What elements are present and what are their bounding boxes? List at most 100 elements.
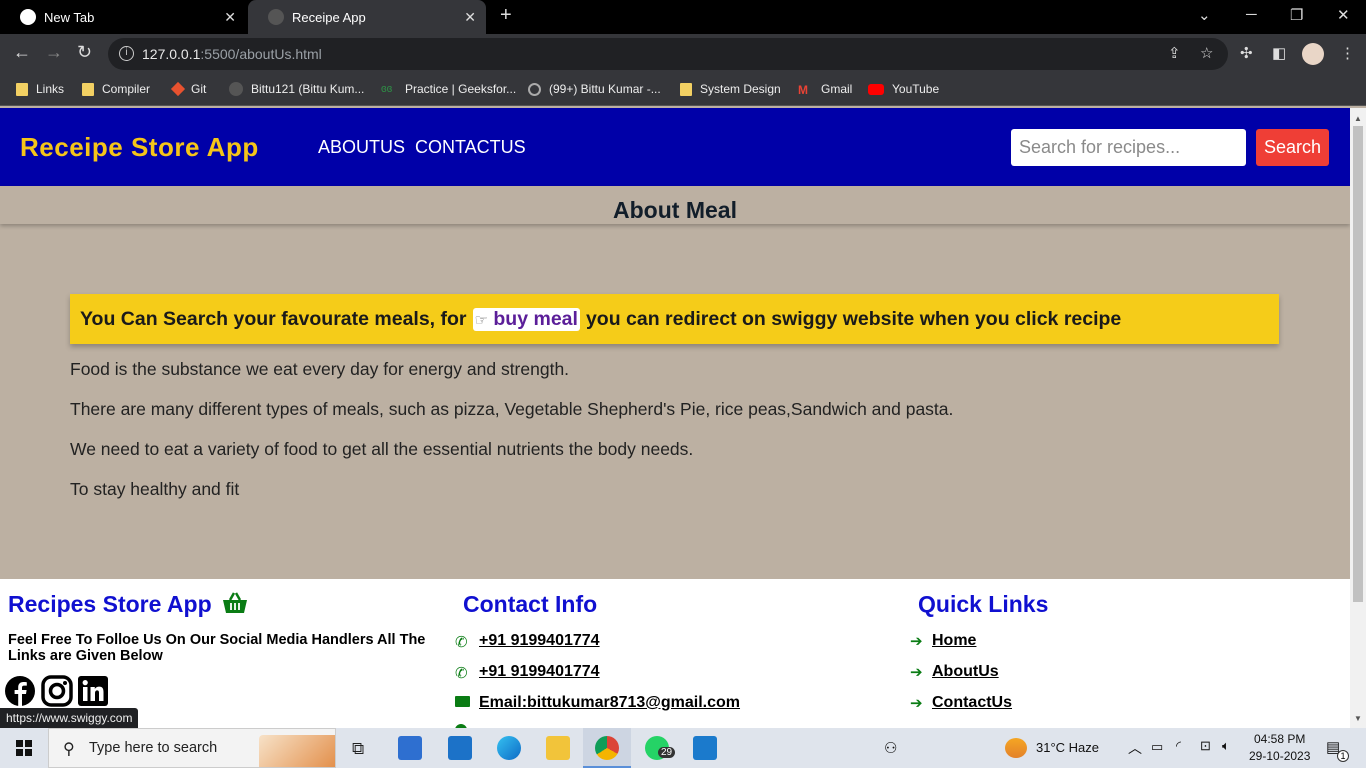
task-view-icon[interactable]: ⧉	[352, 739, 364, 759]
bookmark-gmail[interactable]: M Gmail	[798, 82, 852, 97]
menu-icon[interactable]: ⋮	[1340, 44, 1355, 62]
window-close-icon[interactable]: ✕	[1337, 6, 1350, 24]
bookmark-compiler[interactable]: Compiler	[82, 82, 150, 96]
wifi-icon[interactable]: ◜	[1176, 738, 1181, 754]
battery-icon[interactable]: ▭	[1151, 739, 1163, 755]
bookmark-github[interactable]: Bittu121 (Bittu Kum...	[229, 82, 364, 96]
basket-icon	[223, 592, 248, 613]
buy-meal-link[interactable]: ☞ buy meal	[472, 307, 580, 331]
facebook-icon[interactable]	[4, 675, 36, 707]
taskbar-search-input[interactable]: ⚲ Type here to search	[48, 728, 336, 768]
people-icon[interactable]: ⚇	[884, 739, 897, 757]
side-panel-icon[interactable]: ◧	[1272, 44, 1286, 62]
bookmark-geeksforgeeks[interactable]: ɞɞ Practice | Geeksfor...	[381, 82, 516, 96]
contact-info-title: Contact Info	[463, 591, 598, 617]
github-icon	[229, 82, 243, 96]
new-tab-icon[interactable]: +	[500, 4, 512, 27]
url-host: 127.0.0.1	[142, 46, 201, 62]
bookmarks-bar: Links Compiler Git Bittu121 (Bittu Kum..…	[0, 74, 1366, 106]
search-icon: ⚲	[63, 741, 75, 758]
info-banner: You Can Search your favourate meals, for…	[70, 294, 1279, 344]
bookmark-links[interactable]: Links	[16, 82, 64, 96]
about-paragraph: There are many different types of meals,…	[70, 399, 954, 419]
contact-phone-link[interactable]: +91 9199401774	[479, 632, 600, 650]
whatsapp-badge: 29	[658, 747, 676, 758]
contact-phone-link[interactable]: +91 9199401774	[479, 663, 600, 681]
folder-icon	[82, 82, 94, 96]
youtube-icon	[868, 83, 884, 95]
nav-contactus[interactable]: CONTACTUS	[415, 137, 526, 158]
chrome-icon[interactable]	[595, 736, 619, 760]
minimize-icon[interactable]: ─	[1246, 6, 1257, 23]
site-footer: Recipes Store App Feel Free To Folloe Us…	[0, 579, 1350, 728]
vscode-icon[interactable]	[693, 736, 717, 760]
star-icon[interactable]: ☆	[1200, 44, 1213, 62]
about-paragraph: Food is the substance we eat every day f…	[70, 359, 570, 379]
profile-icon	[528, 82, 541, 96]
page-title: About Meal	[613, 197, 737, 223]
reload-icon[interactable]: ↻	[77, 42, 92, 63]
windows-taskbar: ⚲ Type here to search ⧉ 29 ⚇ 31°C Haze ︿…	[0, 728, 1366, 768]
forward-icon[interactable]: →	[45, 42, 63, 63]
address-bar[interactable]: i 127.0.0.1:5500/aboutUs.html	[108, 38, 1228, 70]
git-icon	[170, 81, 186, 97]
close-icon[interactable]: ✕	[464, 9, 476, 26]
volume-icon[interactable]: 🔈︎	[1222, 738, 1230, 754]
quick-link-home[interactable]: Home	[932, 632, 976, 650]
edge-icon[interactable]	[497, 736, 521, 760]
page-viewport: Receipe Store App ABOUTUS CONTACTUS Sear…	[0, 108, 1350, 728]
tab-new-tab[interactable]: New Tab ✕	[0, 0, 246, 34]
microsoft-store-icon[interactable]	[398, 736, 422, 760]
bookmark-linkedin[interactable]: (99+) Bittu Kumar -...	[528, 82, 661, 96]
nav-aboutus[interactable]: ABOUTUS	[318, 137, 405, 158]
back-icon[interactable]: ←	[13, 42, 31, 63]
quick-link-aboutus[interactable]: AboutUs	[932, 663, 999, 681]
search-button[interactable]: Search	[1256, 129, 1329, 166]
close-icon[interactable]: ✕	[224, 9, 236, 26]
browser-tabstrip: New Tab ✕ Receipe App ✕ + ⌄ ─ ❐ ✕	[0, 0, 1366, 34]
folder-icon	[680, 82, 692, 96]
mail-icon[interactable]	[448, 736, 472, 760]
bookmark-git[interactable]: Git	[170, 81, 206, 97]
bookmark-system-design[interactable]: System Design	[680, 82, 781, 96]
scroll-down-icon[interactable]: ▼	[1354, 714, 1362, 723]
phone-icon: ✆	[455, 634, 468, 651]
chevron-up-icon[interactable]: ︿	[1128, 738, 1142, 758]
url-path: :5500/aboutUs.html	[200, 46, 322, 62]
info-icon[interactable]: i	[119, 46, 134, 61]
notification-badge: 1	[1337, 750, 1349, 762]
chevron-down-icon[interactable]: ⌄	[1198, 6, 1211, 24]
brand-logo[interactable]: Receipe Store App	[20, 132, 259, 163]
globe-icon	[268, 9, 284, 25]
page-scrollbar[interactable]: ▲ ▼	[1350, 108, 1366, 728]
contact-email-link[interactable]: Email:bittukumar8713@gmail.com	[479, 694, 740, 712]
restore-icon[interactable]: ❐	[1290, 6, 1303, 24]
clock-date[interactable]: 29-10-2023	[1249, 749, 1310, 763]
footer-brand-title: Recipes Store App	[8, 591, 248, 618]
site-header: Receipe Store App ABOUTUS CONTACTUS Sear…	[0, 108, 1350, 186]
scrollbar-thumb[interactable]	[1353, 126, 1363, 602]
arrow-right-icon: ➔	[910, 633, 923, 650]
scroll-up-icon[interactable]: ▲	[1354, 114, 1362, 123]
envelope-icon	[455, 696, 470, 707]
weather-icon	[1005, 738, 1027, 758]
quick-link-contactus[interactable]: ContactUs	[932, 694, 1012, 712]
linkedin-icon[interactable]	[77, 675, 109, 707]
network-icon[interactable]: ⊡	[1200, 738, 1211, 754]
extensions-icon[interactable]: ✣	[1240, 44, 1253, 62]
clock-time[interactable]: 04:58 PM	[1254, 732, 1305, 746]
search-input[interactable]	[1011, 129, 1246, 166]
instagram-icon[interactable]	[41, 675, 73, 707]
tab-receipe-app[interactable]: Receipe App ✕	[248, 0, 486, 34]
file-explorer-icon[interactable]	[546, 736, 570, 760]
profile-avatar[interactable]	[1302, 43, 1324, 65]
windows-start-icon[interactable]	[16, 740, 32, 756]
phone-icon: ✆	[455, 665, 468, 682]
folder-icon	[16, 82, 28, 96]
arrow-right-icon: ➔	[910, 695, 923, 712]
tab-title: Receipe App	[292, 9, 366, 25]
weather-text[interactable]: 31°C Haze	[1036, 740, 1099, 755]
share-icon[interactable]: ⇪	[1168, 44, 1181, 62]
bookmark-youtube[interactable]: YouTube	[868, 82, 939, 96]
about-paragraph: To stay healthy and fit	[70, 479, 240, 499]
